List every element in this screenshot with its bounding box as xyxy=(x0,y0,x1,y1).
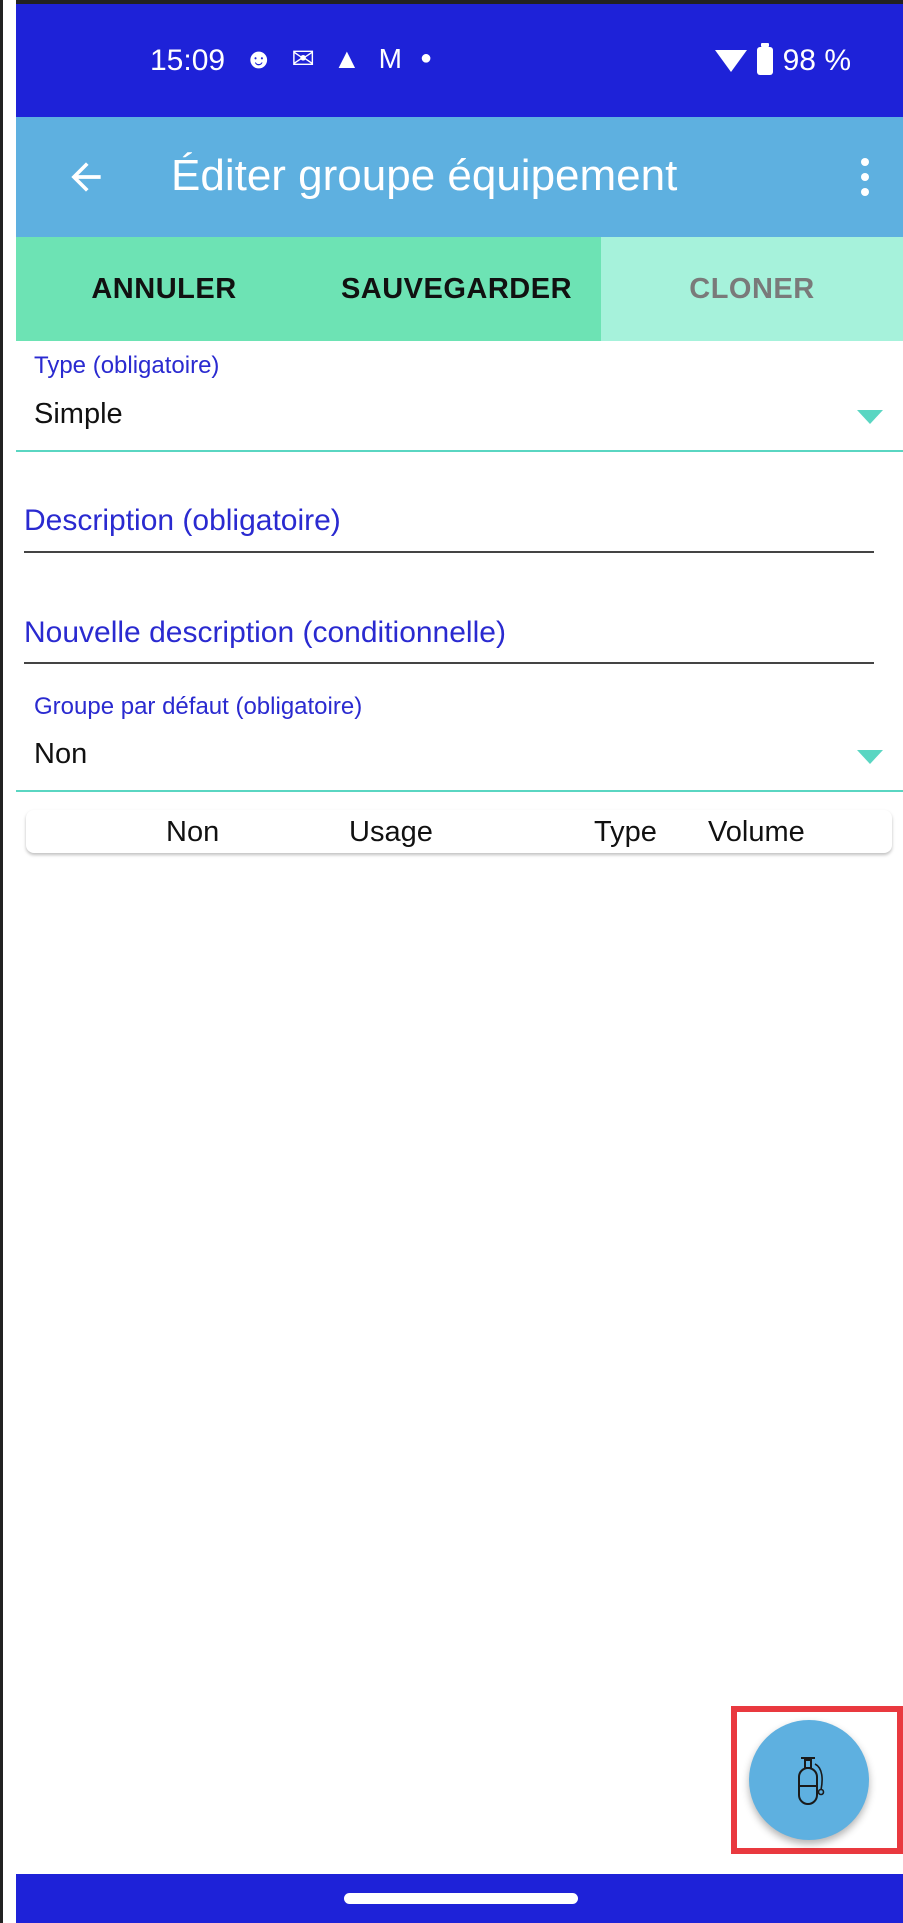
battery-percent: 98 % xyxy=(782,44,851,77)
new-description-underline xyxy=(24,662,874,664)
default-group-spinner-value[interactable]: Non xyxy=(34,738,87,771)
screen: 15:09 ☻ ✉ ▲ M ● 98 % Éditer groupe équip… xyxy=(0,0,903,1923)
description-underline xyxy=(24,551,874,553)
type-label: Type (obligatoire) xyxy=(34,352,220,379)
home-gesture-handle[interactable] xyxy=(344,1893,578,1904)
type-spinner-underline xyxy=(16,450,903,452)
navigation-bar xyxy=(16,1874,903,1923)
gas-cylinder-icon xyxy=(798,1757,825,1805)
column-header-usage: Usage xyxy=(349,816,433,848)
arrow-left-icon[interactable] xyxy=(56,147,116,207)
action-bar: ANNULER SAUVEGARDER CLONER xyxy=(16,237,903,341)
new-description-field[interactable]: Nouvelle description (conditionnelle) xyxy=(24,616,506,650)
type-dropdown-icon[interactable] xyxy=(857,410,883,424)
table-header: Non Usage Type Volume xyxy=(26,810,892,853)
page-title: Éditer groupe équipement xyxy=(171,151,678,200)
status-bar: 15:09 ☻ ✉ ▲ M ● 98 % xyxy=(16,4,903,117)
more-vert-icon[interactable] xyxy=(845,147,885,207)
default-group-dropdown-icon[interactable] xyxy=(857,750,883,764)
type-spinner-value[interactable]: Simple xyxy=(34,398,123,431)
column-header-non: Non xyxy=(166,816,220,848)
default-group-label: Groupe par défaut (obligatoire) xyxy=(34,693,363,720)
malwarebytes-icon: M xyxy=(378,42,402,74)
status-time: 15:09 xyxy=(150,44,226,77)
dot-icon: ● xyxy=(419,47,433,69)
description-field[interactable]: Description (obligatoire) xyxy=(24,504,341,538)
warning-icon: ▲ xyxy=(332,42,361,74)
frame-left-border xyxy=(0,0,16,1923)
column-header-type: Type xyxy=(594,816,657,848)
column-header-volume: Volume xyxy=(708,816,805,848)
add-equipment-fab[interactable] xyxy=(749,1720,869,1840)
system-icons: 98 % xyxy=(714,43,851,78)
battery-charging-icon xyxy=(756,43,773,75)
face-icon: ☻ xyxy=(244,42,274,74)
save-button[interactable]: SAUVEGARDER xyxy=(312,237,601,341)
clone-button[interactable]: CLONER xyxy=(601,237,903,341)
cancel-button[interactable]: ANNULER xyxy=(16,237,312,341)
gmail-icon: ✉ xyxy=(291,43,315,74)
wifi-icon xyxy=(714,50,747,72)
notification-icons: ☻ ✉ ▲ M ● xyxy=(244,42,432,75)
default-group-spinner-underline xyxy=(16,790,903,792)
app-bar: Éditer groupe équipement xyxy=(16,117,903,237)
